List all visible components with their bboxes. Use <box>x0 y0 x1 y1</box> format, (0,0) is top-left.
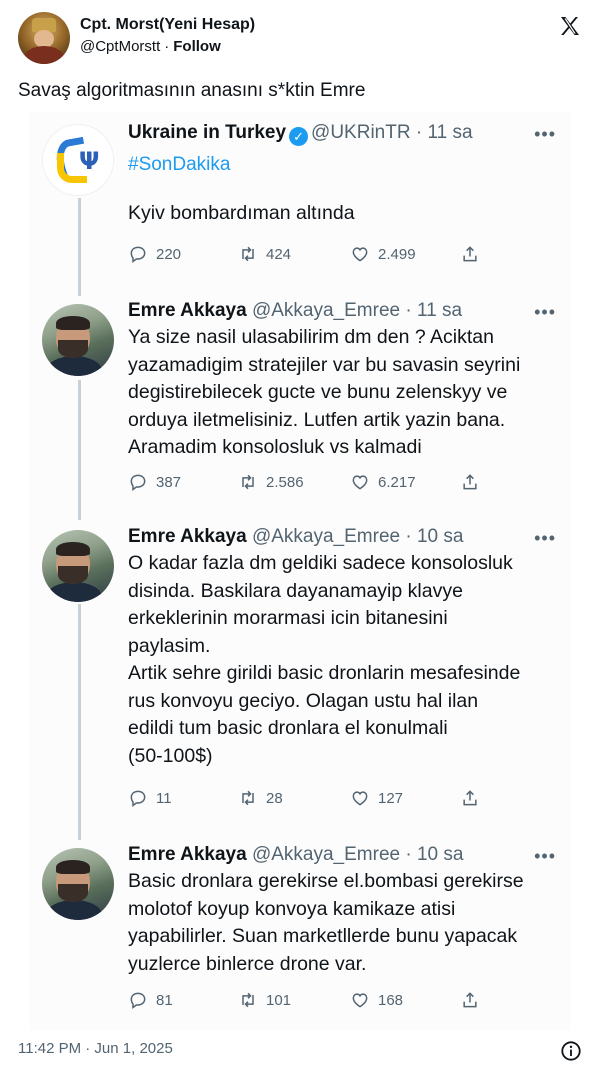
thread-line <box>78 380 81 520</box>
author-avatar[interactable] <box>18 12 70 64</box>
tweet-footer: 11:42 PM · Jun 1, 2025 <box>18 1040 582 1064</box>
heart-icon <box>352 475 368 490</box>
display-name[interactable]: Emre Akkaya <box>128 844 247 865</box>
handle[interactable]: @Akkaya_Emree <box>252 300 400 321</box>
share-button[interactable] <box>460 472 480 492</box>
share-icon <box>463 474 477 490</box>
reply-count: 11 <box>156 789 172 807</box>
reply-icon <box>130 474 146 491</box>
reply-icon <box>130 790 146 807</box>
like-button[interactable]: 2.499 <box>350 244 416 264</box>
author-name[interactable]: Cpt. Morst(Yeni Hesap) <box>80 16 255 34</box>
thread-line <box>78 604 81 840</box>
like-count: 2.499 <box>378 245 416 263</box>
timestamp: · 11 sa <box>405 300 463 321</box>
like-button[interactable]: 127 <box>350 788 403 808</box>
tweet-text: Savaş algoritmasının anasını s*ktin Emre <box>18 80 366 101</box>
like-count: 6.217 <box>378 473 416 491</box>
display-name[interactable]: Emre Akkaya <box>128 300 247 321</box>
heart-icon <box>352 791 368 806</box>
reply-count: 81 <box>156 991 173 1009</box>
timestamp: · 10 sa <box>405 526 464 547</box>
reply-icon <box>130 992 146 1009</box>
action-bar: 11 28 127 <box>128 788 548 812</box>
like-count: 168 <box>378 991 404 1009</box>
post-timestamp[interactable]: 11:42 PM · Jun 1, 2025 <box>18 1040 173 1057</box>
display-name[interactable]: Emre Akkaya <box>128 526 247 547</box>
action-bar: 387 2.586 6.217 <box>128 472 548 496</box>
separator: · <box>164 38 170 55</box>
like-button[interactable]: 168 <box>350 990 403 1010</box>
retweet-count: 28 <box>266 789 283 807</box>
handle[interactable]: @Akkaya_Emree <box>252 844 400 865</box>
more-dots-icon[interactable]: ••• <box>534 302 556 323</box>
reply-button[interactable]: 11 <box>128 788 172 808</box>
hashtag-link[interactable]: #SonDakika <box>128 154 558 176</box>
emre-avatar[interactable] <box>42 530 114 602</box>
emre-avatar[interactable] <box>42 848 114 920</box>
more-dots-icon[interactable]: ••• <box>534 124 556 145</box>
info-icon[interactable] <box>560 1040 582 1062</box>
tweet-body: Ya size nasil ulasabilirim dm den ? Acik… <box>128 326 521 458</box>
more-dots-icon[interactable]: ••• <box>534 528 556 549</box>
reply-button[interactable]: 387 <box>128 472 181 492</box>
author-handle[interactable]: @CptMorstt <box>80 38 160 55</box>
retweet-button[interactable]: 101 <box>238 990 291 1010</box>
reply-button[interactable]: 81 <box>128 990 173 1010</box>
author-handle-row: @CptMorstt · Follow <box>80 38 221 55</box>
handle[interactable]: @UKRinTR <box>311 122 411 143</box>
tweet-body: Basic dronlara gerekirse el.bombasi gere… <box>128 870 524 975</box>
share-icon <box>463 790 477 806</box>
share-button[interactable] <box>460 990 480 1010</box>
share-icon <box>463 246 477 262</box>
tweet-body: Kyiv bombardıman altında <box>128 202 355 224</box>
retweet-count: 2.586 <box>266 473 304 491</box>
tweet-header-line: Ukraine in Turkey ✓ @UKRinTR · 11 sa <box>128 122 558 146</box>
share-button[interactable] <box>460 244 480 264</box>
emre-avatar[interactable] <box>42 304 114 376</box>
tweet-header-line: Emre Akkaya @Akkaya_Emree · 11 sa <box>128 300 558 322</box>
thread-line <box>78 198 81 296</box>
ukraine-avatar[interactable]: Ψ <box>42 124 114 196</box>
retweet-button[interactable]: 28 <box>238 788 283 808</box>
retweet-button[interactable]: 424 <box>238 244 291 264</box>
retweet-icon <box>242 790 254 806</box>
reply-count: 387 <box>156 473 182 491</box>
reply-icon <box>130 246 146 263</box>
tweet-header-line: Emre Akkaya @Akkaya_Emree · 10 sa <box>128 844 558 866</box>
x-logo-icon[interactable] <box>558 14 582 38</box>
display-name[interactable]: Ukraine in Turkey <box>128 122 286 143</box>
retweet-button[interactable]: 2.586 <box>238 472 304 492</box>
retweet-count: 424 <box>266 245 292 263</box>
more-dots-icon[interactable]: ••• <box>534 846 556 867</box>
retweet-count: 101 <box>266 991 292 1009</box>
reply-button[interactable]: 220 <box>128 244 181 264</box>
timestamp: · 11 sa <box>415 122 473 143</box>
reply-count: 220 <box>156 245 182 263</box>
heart-icon <box>352 247 368 262</box>
verified-badge-icon: ✓ <box>289 127 309 146</box>
like-count: 127 <box>378 789 404 807</box>
action-bar: 81 101 168 <box>128 990 548 1014</box>
follow-button[interactable]: Follow <box>173 38 221 55</box>
handle[interactable]: @Akkaya_Emree <box>252 526 400 547</box>
retweet-icon <box>242 992 254 1008</box>
timestamp: · 10 sa <box>405 844 464 865</box>
embedded-screenshot: Ψ Ukraine in Turkey ✓ @UKRinTR · 11 sa #So… <box>30 112 570 1030</box>
share-button[interactable] <box>460 788 480 808</box>
action-bar: 220 424 2.499 <box>128 244 548 268</box>
tweet-header-line: Emre Akkaya @Akkaya_Emree · 10 sa <box>128 526 558 548</box>
retweet-icon <box>242 474 254 490</box>
retweet-icon <box>242 246 254 262</box>
tweet-header: Cpt. Morst(Yeni Hesap) @CptMorstt · Follow <box>18 12 582 68</box>
tweet-body: O kadar fazla dm geldiki sadece konsolos… <box>128 552 521 767</box>
like-button[interactable]: 6.217 <box>350 472 416 492</box>
share-icon <box>463 992 477 1008</box>
heart-icon <box>352 993 368 1008</box>
